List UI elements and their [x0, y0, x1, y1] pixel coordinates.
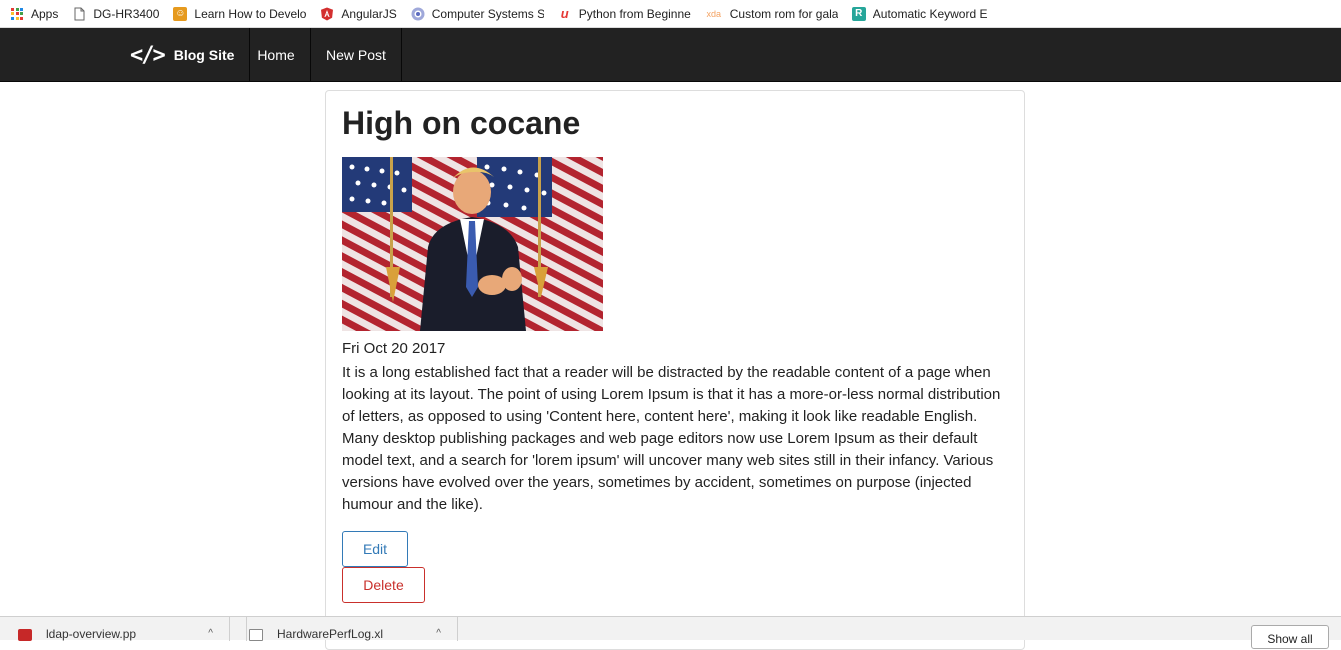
bookmark-automatic-keyword[interactable]: R Automatic Keyword E [851, 6, 987, 21]
page-icon [72, 7, 86, 21]
post-image [342, 157, 603, 331]
xda-icon: xda [706, 8, 722, 19]
learn-icon: ☺ [173, 6, 188, 21]
download-item[interactable]: ldap-overview.pp ^ [18, 617, 230, 641]
coursera-icon [411, 7, 425, 21]
code-icon: </> [130, 42, 166, 68]
bookmark-label: Automatic Keyword E [872, 6, 987, 21]
download-item[interactable]: HardwarePerfLog.xl ^ [246, 617, 458, 641]
bookmark-label: DG-HR3400 [93, 6, 160, 21]
bookmark-custom-rom[interactable]: xda Custom rom for gala [705, 7, 838, 21]
bookmark-label: Computer Systems Se [431, 6, 544, 21]
nav-item-new-post[interactable]: New Post [311, 28, 402, 82]
apps-grid-icon [10, 7, 24, 21]
show-all-button[interactable]: Show all [1251, 625, 1329, 649]
navbar: </> Blog Site Home New Post [0, 28, 1341, 82]
download-filename: ldap-overview.pp [46, 627, 137, 641]
bookmark-computer-systems[interactable]: Computer Systems Se [411, 7, 544, 21]
brand-label: Blog Site [173, 47, 235, 63]
rankwatch-icon: R [851, 6, 866, 21]
downloads-bar: ldap-overview.pp ^ HardwarePerfLog.xl ^ … [0, 616, 1341, 649]
bookmark-label: Apps [31, 6, 59, 21]
chevron-up-icon[interactable]: ^ [436, 628, 441, 639]
bookmark-apps[interactable]: Apps [10, 7, 58, 21]
chevron-up-icon[interactable]: ^ [208, 628, 213, 639]
delete-button[interactable]: Delete [342, 567, 425, 603]
bookmark-label: Python from Beginne [578, 6, 691, 21]
udemy-icon: u [560, 5, 569, 21]
post-card: High on cocane Fri Oct 20 2017 It is a l… [325, 90, 1025, 650]
download-filename: HardwarePerfLog.xl [277, 627, 384, 641]
post-date: Fri Oct 20 2017 [342, 340, 446, 357]
navbar-brand[interactable]: </> Blog Site [120, 28, 251, 82]
bookmark-learn[interactable]: ☺ Learn How to Develo [173, 6, 307, 21]
bookmark-python[interactable]: u Python from Beginne [558, 5, 691, 21]
excel-file-icon [249, 629, 263, 641]
nav-item-home[interactable]: Home [242, 28, 311, 82]
post-title: High on cocane [342, 105, 581, 141]
edit-button[interactable]: Edit [342, 531, 408, 567]
bookmark-dg-hr3400[interactable]: DG-HR3400 [72, 7, 159, 21]
angular-icon [320, 7, 334, 21]
bookmark-angularjs[interactable]: AngularJS [320, 6, 397, 21]
bookmarks-bar: Apps DG-HR3400 ☺ Learn How to Develo Ang… [0, 0, 1341, 28]
post-body: It is a long established fact that a rea… [342, 364, 1001, 513]
powerpoint-file-icon [18, 629, 32, 641]
bookmark-label: Learn How to Develo [194, 6, 307, 21]
bookmark-label: Custom rom for gala [729, 6, 838, 21]
bookmark-label: AngularJS [341, 6, 397, 21]
